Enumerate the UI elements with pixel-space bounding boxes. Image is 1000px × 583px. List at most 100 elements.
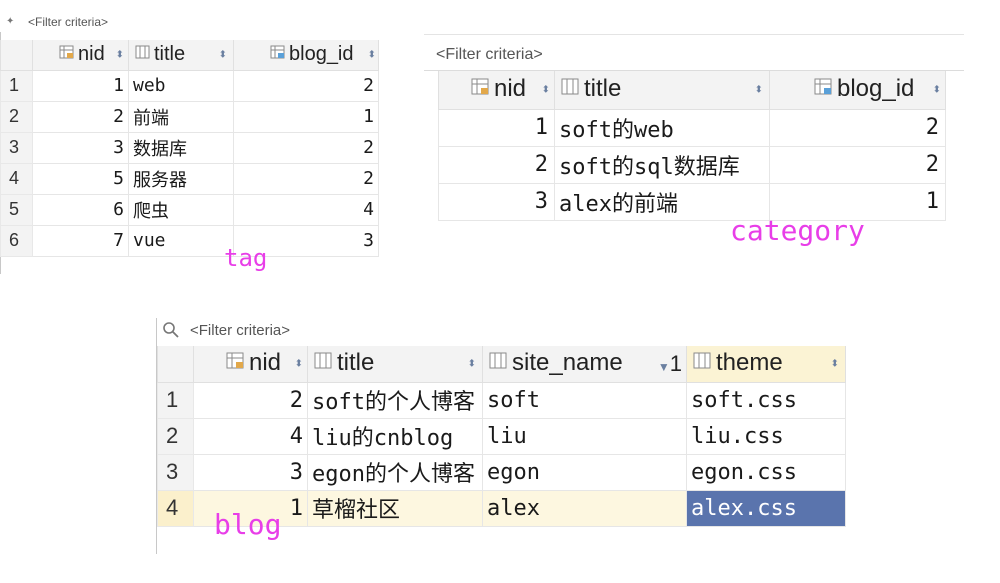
column-header-label: nid [78, 43, 105, 66]
cell-theme[interactable]: egon.css [686, 453, 846, 491]
row-number-header [0, 40, 33, 71]
column-header-label: title [584, 75, 622, 103]
column-icon [693, 350, 713, 378]
row-number: 3 [0, 131, 33, 164]
tag-filter-bar[interactable]: ✦ <Filter criteria> [0, 14, 392, 32]
cell-title[interactable]: vue [128, 224, 234, 257]
column-header-title[interactable]: title ⬍ [307, 346, 483, 383]
row-number: 4 [0, 162, 33, 195]
column-header-theme[interactable]: theme ⬍ [686, 346, 846, 383]
blog-filter-bar[interactable]: <Filter criteria> [156, 318, 856, 346]
table-row[interactable]: 3 3 数据库 2 [0, 131, 379, 164]
cell-theme-selected[interactable]: alex.css [686, 489, 846, 527]
column-header-label: nid [494, 75, 527, 103]
column-header-title[interactable]: title ⬍ [554, 71, 770, 110]
cell-site-name[interactable]: egon [482, 453, 687, 491]
cell-blog-id[interactable]: 2 [233, 131, 379, 164]
sort-arrows-icon[interactable]: ⬍ [116, 49, 124, 60]
table-row[interactable]: 5 6 爬虫 4 [0, 193, 379, 226]
cell-blog-id[interactable]: 4 [233, 193, 379, 226]
cell-blog-id[interactable]: 2 [769, 108, 946, 147]
row-number: 6 [0, 224, 33, 257]
sort-arrows-icon[interactable]: ⬍ [933, 84, 941, 95]
column-header-nid[interactable]: nid ⬍ [438, 71, 555, 110]
sort-arrows-icon[interactable]: ⬍ [542, 84, 550, 95]
cell-title[interactable]: liu的cnblog [307, 417, 483, 455]
column-header-label: nid [249, 349, 282, 377]
column-header-nid[interactable]: nid ⬍ [193, 346, 308, 383]
blog-filter-label: <Filter criteria> [190, 322, 291, 339]
tag-annotation: tag [224, 244, 268, 272]
cell-nid[interactable]: 4 [193, 417, 308, 455]
cell-title[interactable]: 爬虫 [128, 193, 234, 226]
table-row[interactable]: 4 5 服务器 2 [0, 162, 379, 195]
blog-annotation: blog [214, 508, 282, 541]
cell-nid[interactable]: 1 [438, 108, 555, 147]
cell-site-name[interactable]: soft [482, 381, 687, 419]
cell-nid[interactable]: 2 [32, 100, 129, 133]
cell-nid[interactable]: 3 [193, 453, 308, 491]
column-header-nid[interactable]: nid ⬍ [32, 40, 129, 71]
column-header-blog-id[interactable]: blog_id ⬍ [233, 40, 379, 71]
cell-title[interactable]: web [128, 69, 234, 102]
cell-title[interactable]: 数据库 [128, 131, 234, 164]
cell-nid[interactable]: 5 [32, 162, 129, 195]
column-header-blog-id[interactable]: blog_id ⬍ [769, 71, 946, 110]
tag-table: nid ⬍ title ⬍ blog_id ⬍ 1 1 web 2 2 2 前端 [0, 40, 379, 257]
cell-nid[interactable]: 3 [32, 131, 129, 164]
row-number: 1 [157, 381, 194, 419]
row-number: 3 [157, 453, 194, 491]
column-header-label: site_name [512, 349, 623, 377]
column-header-label: blog_id [289, 43, 354, 66]
sort-arrows-icon[interactable]: ⬍ [368, 49, 376, 60]
category-table-panel: <Filter criteria> nid ⬍ title ⬍ blog_id ⬍ 1… [424, 34, 964, 226]
sort-index: 1 [669, 350, 682, 376]
cell-title[interactable]: soft的sql数据库 [554, 145, 770, 184]
table-row[interactable]: 6 7 vue 3 [0, 224, 379, 257]
sort-arrows-icon[interactable]: ⬍ [295, 358, 303, 369]
cell-site-name[interactable]: liu [482, 417, 687, 455]
table-row[interactable]: 1 soft的web 2 [438, 108, 946, 147]
column-header-site-name[interactable]: site_name ▼1 [482, 346, 687, 383]
cell-blog-id[interactable]: 2 [233, 162, 379, 195]
cell-title[interactable]: soft的个人博客 [307, 381, 483, 419]
column-header-label: title [154, 43, 186, 66]
cell-theme[interactable]: soft.css [686, 381, 846, 419]
cell-nid[interactable]: 3 [438, 182, 555, 221]
sort-arrows-icon[interactable]: ⬍ [468, 358, 476, 369]
sort-arrows-icon[interactable]: ⬍ [219, 49, 227, 60]
cell-blog-id[interactable]: 2 [233, 69, 379, 102]
cell-site-name[interactable]: alex [482, 489, 687, 527]
table-row[interactable]: 2 soft的sql数据库 2 [438, 145, 946, 184]
cell-nid[interactable]: 7 [32, 224, 129, 257]
table-row[interactable]: 1 1 web 2 [0, 69, 379, 102]
cell-title[interactable]: 前端 [128, 100, 234, 133]
table-row[interactable]: 1 2 soft的个人博客 soft soft.css [157, 381, 846, 419]
cell-nid[interactable]: 2 [193, 381, 308, 419]
cell-nid[interactable]: 2 [438, 145, 555, 184]
sort-arrows-icon[interactable]: ⬍ [831, 358, 839, 369]
key-column-icon [226, 350, 246, 378]
cell-theme[interactable]: liu.css [686, 417, 846, 455]
table-row[interactable]: 2 2 前端 1 [0, 100, 379, 133]
cell-title[interactable]: 服务器 [128, 162, 234, 195]
cell-title[interactable]: 草榴社区 [307, 489, 483, 527]
cell-nid[interactable]: 6 [32, 193, 129, 226]
cell-blog-id[interactable]: 2 [769, 145, 946, 184]
cell-title[interactable]: egon的个人博客 [307, 453, 483, 491]
category-filter-bar[interactable]: <Filter criteria> [424, 34, 964, 71]
cell-blog-id[interactable]: 1 [233, 100, 379, 133]
cell-title[interactable]: soft的web [554, 108, 770, 147]
category-filter-label: <Filter criteria> [436, 46, 543, 63]
table-row[interactable]: 3 3 egon的个人博客 egon egon.css [157, 453, 846, 491]
table-row[interactable]: 3 alex的前端 1 [438, 182, 946, 221]
blog-table: nid ⬍ title ⬍ site_name ▼1 theme ⬍ 1 2 soft… [157, 346, 846, 527]
cell-nid[interactable]: 1 [32, 69, 129, 102]
row-number-header [157, 346, 194, 383]
column-header-title[interactable]: title ⬍ [128, 40, 234, 71]
column-icon [561, 76, 581, 104]
sort-indicator[interactable]: ▼1 [658, 351, 682, 377]
table-row[interactable]: 2 4 liu的cnblog liu liu.css [157, 417, 846, 455]
tag-table-panel: ✦ <Filter criteria> nid ⬍ title ⬍ blog_id ⬍… [0, 14, 392, 274]
sort-arrows-icon[interactable]: ⬍ [755, 84, 763, 95]
